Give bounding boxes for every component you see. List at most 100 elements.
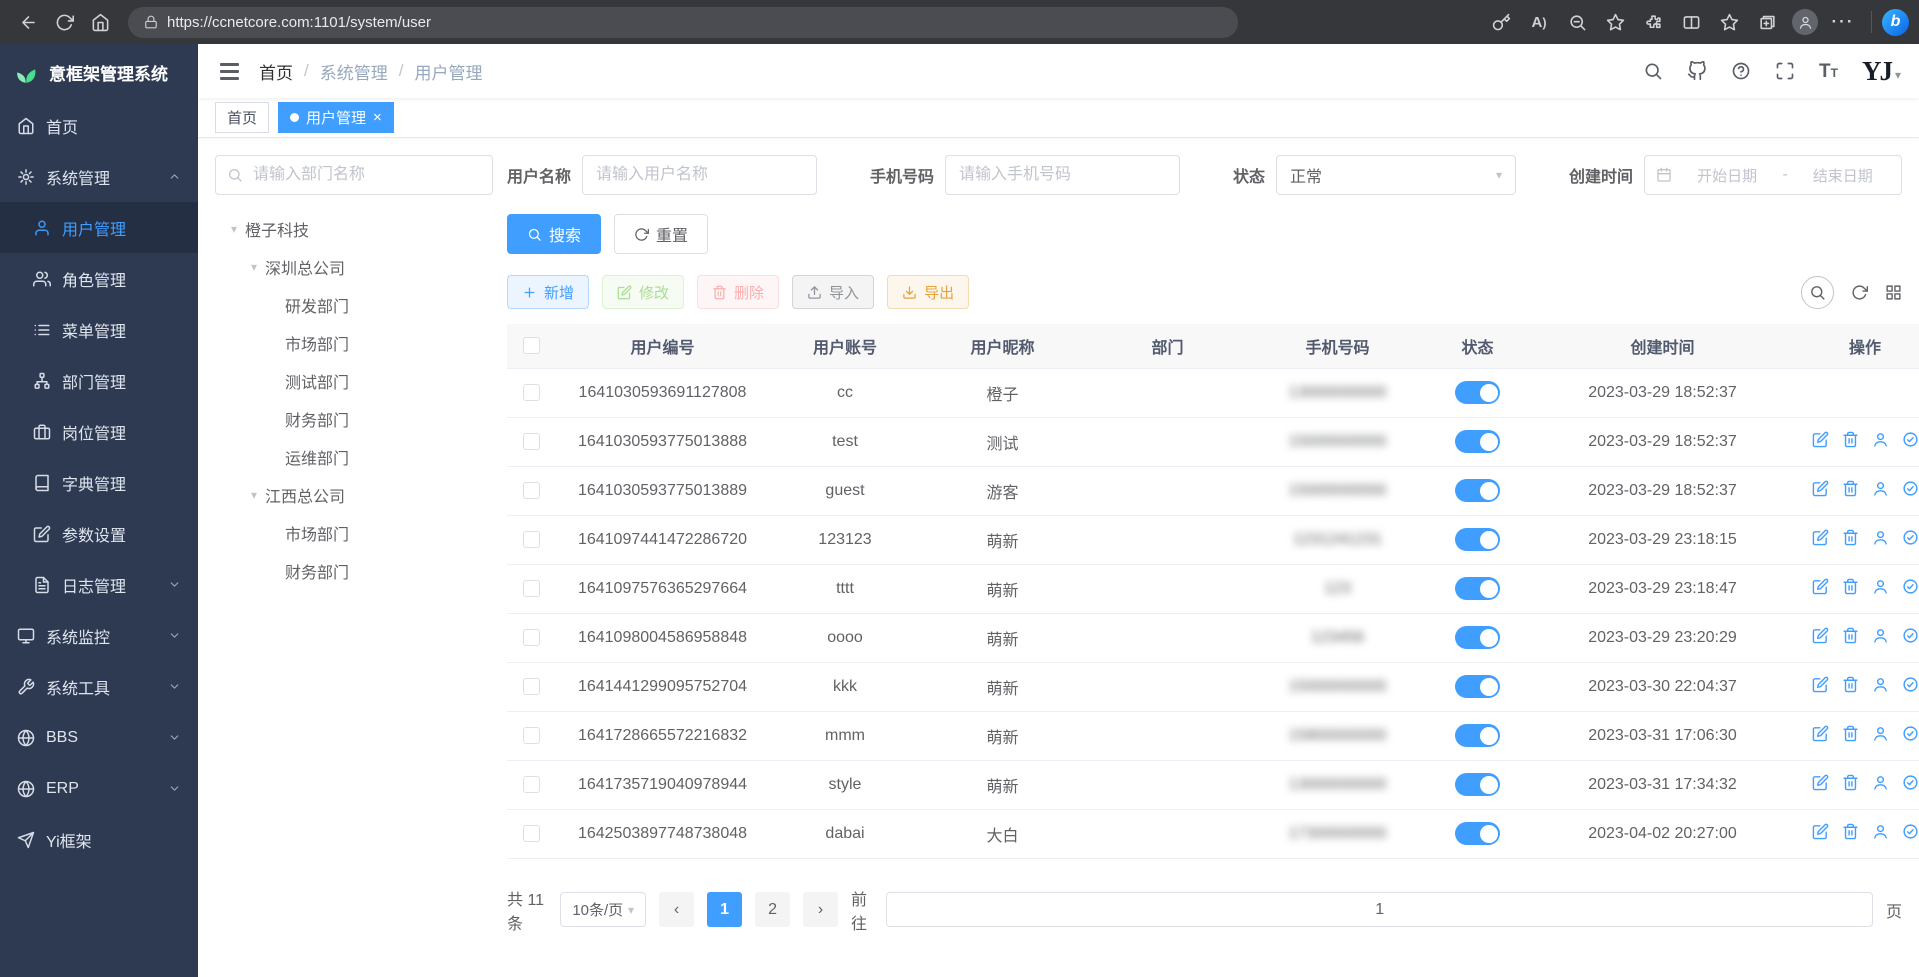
read-aloud-button[interactable]: A) (1521, 4, 1557, 40)
row-checkbox[interactable] (523, 727, 540, 744)
import-button[interactable]: 导入 (792, 275, 874, 309)
assign-role-icon[interactable] (1902, 774, 1919, 791)
close-icon[interactable]: × (373, 109, 382, 126)
sidebar-item-role-mgmt[interactable]: 角色管理 (0, 253, 198, 304)
search-button[interactable]: 搜索 (507, 214, 601, 254)
status-toggle[interactable] (1455, 773, 1500, 796)
reset-password-icon[interactable] (1872, 627, 1889, 644)
row-checkbox[interactable] (523, 580, 540, 597)
sidebar-item-dict-mgmt[interactable]: 字典管理 (0, 457, 198, 508)
tree-node[interactable]: ▾ 深圳总公司 (215, 248, 493, 286)
edit-icon[interactable] (1812, 578, 1829, 595)
tree-node[interactable]: ▾ 测试部门 (215, 362, 493, 400)
tree-node[interactable]: ▾ 市场部门 (215, 514, 493, 552)
row-checkbox[interactable] (523, 825, 540, 842)
goto-page-input[interactable] (886, 892, 1873, 927)
reset-password-icon[interactable] (1872, 823, 1889, 840)
assign-role-icon[interactable] (1902, 627, 1919, 644)
edit-icon[interactable] (1812, 823, 1829, 840)
caret-down-icon[interactable]: ▾ (223, 222, 245, 236)
assign-role-icon[interactable] (1902, 823, 1919, 840)
split-screen-button[interactable] (1673, 4, 1709, 40)
help-icon[interactable] (1731, 61, 1751, 81)
delete-icon[interactable] (1842, 529, 1859, 546)
delete-icon[interactable] (1842, 676, 1859, 693)
reset-password-icon[interactable] (1872, 676, 1889, 693)
assign-role-icon[interactable] (1902, 578, 1919, 595)
edit-icon[interactable] (1812, 676, 1829, 693)
status-select[interactable]: 正常 ▾ (1276, 155, 1516, 195)
github-icon[interactable] (1687, 61, 1707, 81)
delete-icon[interactable] (1842, 578, 1859, 595)
select-all-checkbox[interactable] (523, 337, 540, 354)
export-button[interactable]: 导出 (887, 275, 969, 309)
extensions-button[interactable] (1635, 4, 1671, 40)
reset-button[interactable]: 重置 (614, 214, 708, 254)
favorites-button[interactable] (1711, 4, 1747, 40)
reset-password-icon[interactable] (1872, 725, 1889, 742)
page-size-select[interactable]: 10条/页 ▾ (560, 892, 646, 927)
delete-icon[interactable] (1842, 725, 1859, 742)
sidebar-item-home[interactable]: 首页 (0, 100, 198, 151)
tree-node[interactable]: ▾ 江西总公司 (215, 476, 493, 514)
edit-icon[interactable] (1812, 774, 1829, 791)
edit-icon[interactable] (1812, 627, 1829, 644)
font-size-icon[interactable]: TT (1819, 62, 1838, 81)
sidebar-item-param-setting[interactable]: 参数设置 (0, 508, 198, 559)
breadcrumb-home[interactable]: 首页 (259, 59, 293, 84)
sidebar-item-menu-mgmt[interactable]: 菜单管理 (0, 304, 198, 355)
next-page-button[interactable]: › (803, 892, 838, 927)
sidebar-item-dept-mgmt[interactable]: 部门管理 (0, 355, 198, 406)
delete-icon[interactable] (1842, 480, 1859, 497)
browser-refresh-button[interactable] (46, 4, 82, 40)
page-button-2[interactable]: 2 (755, 892, 790, 927)
tree-node[interactable]: ▾ 财务部门 (215, 552, 493, 590)
edit-icon[interactable] (1812, 431, 1829, 448)
tree-node[interactable]: ▾ 运维部门 (215, 438, 493, 476)
collections-button[interactable] (1749, 4, 1785, 40)
row-checkbox[interactable] (523, 629, 540, 646)
delete-button[interactable]: 删除 (697, 275, 779, 309)
sidebar-item-user-mgmt[interactable]: 用户管理 (0, 202, 198, 253)
username-input[interactable] (582, 155, 817, 195)
assign-role-icon[interactable] (1902, 676, 1919, 693)
edit-icon[interactable] (1812, 725, 1829, 742)
reset-password-icon[interactable] (1872, 774, 1889, 791)
status-toggle[interactable] (1455, 479, 1500, 502)
tree-node[interactable]: ▾ 研发部门 (215, 286, 493, 324)
tag-user-mgmt[interactable]: 用户管理 × (278, 102, 394, 133)
edit-icon[interactable] (1812, 480, 1829, 497)
status-toggle[interactable] (1455, 528, 1500, 551)
status-toggle[interactable] (1455, 675, 1500, 698)
sidebar-item-post-mgmt[interactable]: 岗位管理 (0, 406, 198, 457)
browser-menu-button[interactable]: ··· (1825, 4, 1861, 40)
tag-home[interactable]: 首页 (215, 102, 269, 133)
row-checkbox[interactable] (523, 531, 540, 548)
tree-node[interactable]: ▾ 财务部门 (215, 400, 493, 438)
reset-password-icon[interactable] (1872, 480, 1889, 497)
toggle-search-button[interactable] (1801, 276, 1834, 309)
reset-password-icon[interactable] (1872, 431, 1889, 448)
status-toggle[interactable] (1455, 430, 1500, 453)
sidebar-item-system-mgmt[interactable]: 系统管理 (0, 151, 198, 202)
browser-profile-button[interactable] (1787, 4, 1823, 40)
tree-node[interactable]: ▾ 橙子科技 (215, 210, 493, 248)
refresh-table-icon[interactable] (1851, 284, 1868, 301)
sidebar-item-sys-tools[interactable]: 系统工具 (0, 661, 198, 712)
sidebar-item-erp[interactable]: ERP (0, 763, 198, 814)
sidebar-item-sys-monitor[interactable]: 系统监控 (0, 610, 198, 661)
row-checkbox[interactable] (523, 776, 540, 793)
sidebar-item-yi-framework[interactable]: Yi框架 (0, 814, 198, 865)
date-range-picker[interactable]: 开始日期 - 结束日期 (1644, 155, 1902, 195)
caret-down-icon[interactable]: ▾ (243, 260, 265, 274)
delete-icon[interactable] (1842, 774, 1859, 791)
edit-button[interactable]: 修改 (602, 275, 684, 309)
status-toggle[interactable] (1455, 381, 1500, 404)
prev-page-button[interactable]: ‹ (659, 892, 694, 927)
edit-icon[interactable] (1812, 529, 1829, 546)
row-checkbox[interactable] (523, 384, 540, 401)
row-checkbox[interactable] (523, 482, 540, 499)
add-button[interactable]: 新增 (507, 275, 589, 309)
password-key-button[interactable] (1483, 4, 1519, 40)
status-toggle[interactable] (1455, 724, 1500, 747)
